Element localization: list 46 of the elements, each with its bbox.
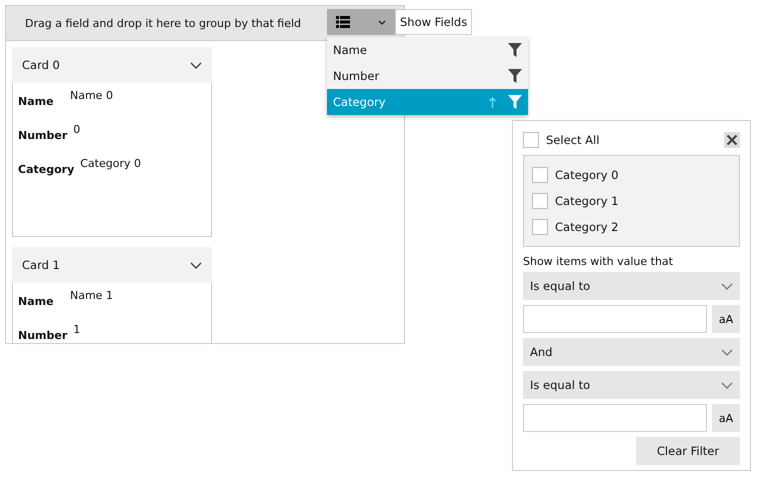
close-icon[interactable] [724,132,740,148]
chevron-down-icon [721,382,733,388]
field-value: Category 0 [80,157,141,170]
checkbox-label: Category 2 [555,220,619,234]
chevron-down-icon [721,282,733,290]
checkbox[interactable] [532,167,548,183]
condition-dropdown[interactable]: And [523,338,740,366]
checkbox-label: Category 0 [555,168,619,182]
card-title: Card 1 [22,258,60,272]
chevron-down-icon [190,262,202,268]
condition-caption: Show items with value that [523,255,674,268]
checkbox[interactable] [523,132,539,148]
field-item[interactable]: Number [327,63,528,89]
checkbox-label: Select All [546,133,600,147]
list-icon [336,16,350,28]
value-input-field[interactable] [523,305,707,333]
clear-filter-button[interactable]: Clear Filter [636,437,740,465]
show-fields-button[interactable]: Show Fields [395,9,472,35]
field-label: Number [18,329,68,342]
field-value: Name 1 [70,289,113,302]
checkbox[interactable] [532,219,548,235]
chevron-down-icon [721,348,733,356]
match-case-button[interactable]: aA [712,305,740,333]
field-value: Name 0 [70,89,113,102]
field-value: 0 [73,123,80,136]
match-case-button[interactable]: aA [712,404,740,432]
field-label: Name [18,295,55,308]
checkbox[interactable] [532,193,548,209]
card-header[interactable]: Card 1 [12,247,212,283]
filter-icon[interactable] [508,43,522,57]
group-hint: Drag a field and drop it here to group by that field [25,16,302,30]
fields-menu-button[interactable] [327,9,395,35]
field-value: 1 [73,323,80,336]
chevron-down-icon [190,62,202,68]
value-input-field[interactable] [523,404,707,432]
field-label: Name [18,95,55,108]
condition-dropdown[interactable]: Is equal to [523,371,740,399]
card-title: Card 0 [22,58,60,72]
field-item[interactable]: Name [327,37,528,63]
field-label: Number [18,129,68,142]
filter-icon[interactable] [508,69,522,83]
checkbox-label: Category 1 [555,194,619,208]
caret-icon [378,20,386,24]
condition-dropdown[interactable]: Is equal to [523,272,740,300]
field-label: Category [18,163,74,176]
card-header[interactable]: Card 0 [12,47,212,83]
